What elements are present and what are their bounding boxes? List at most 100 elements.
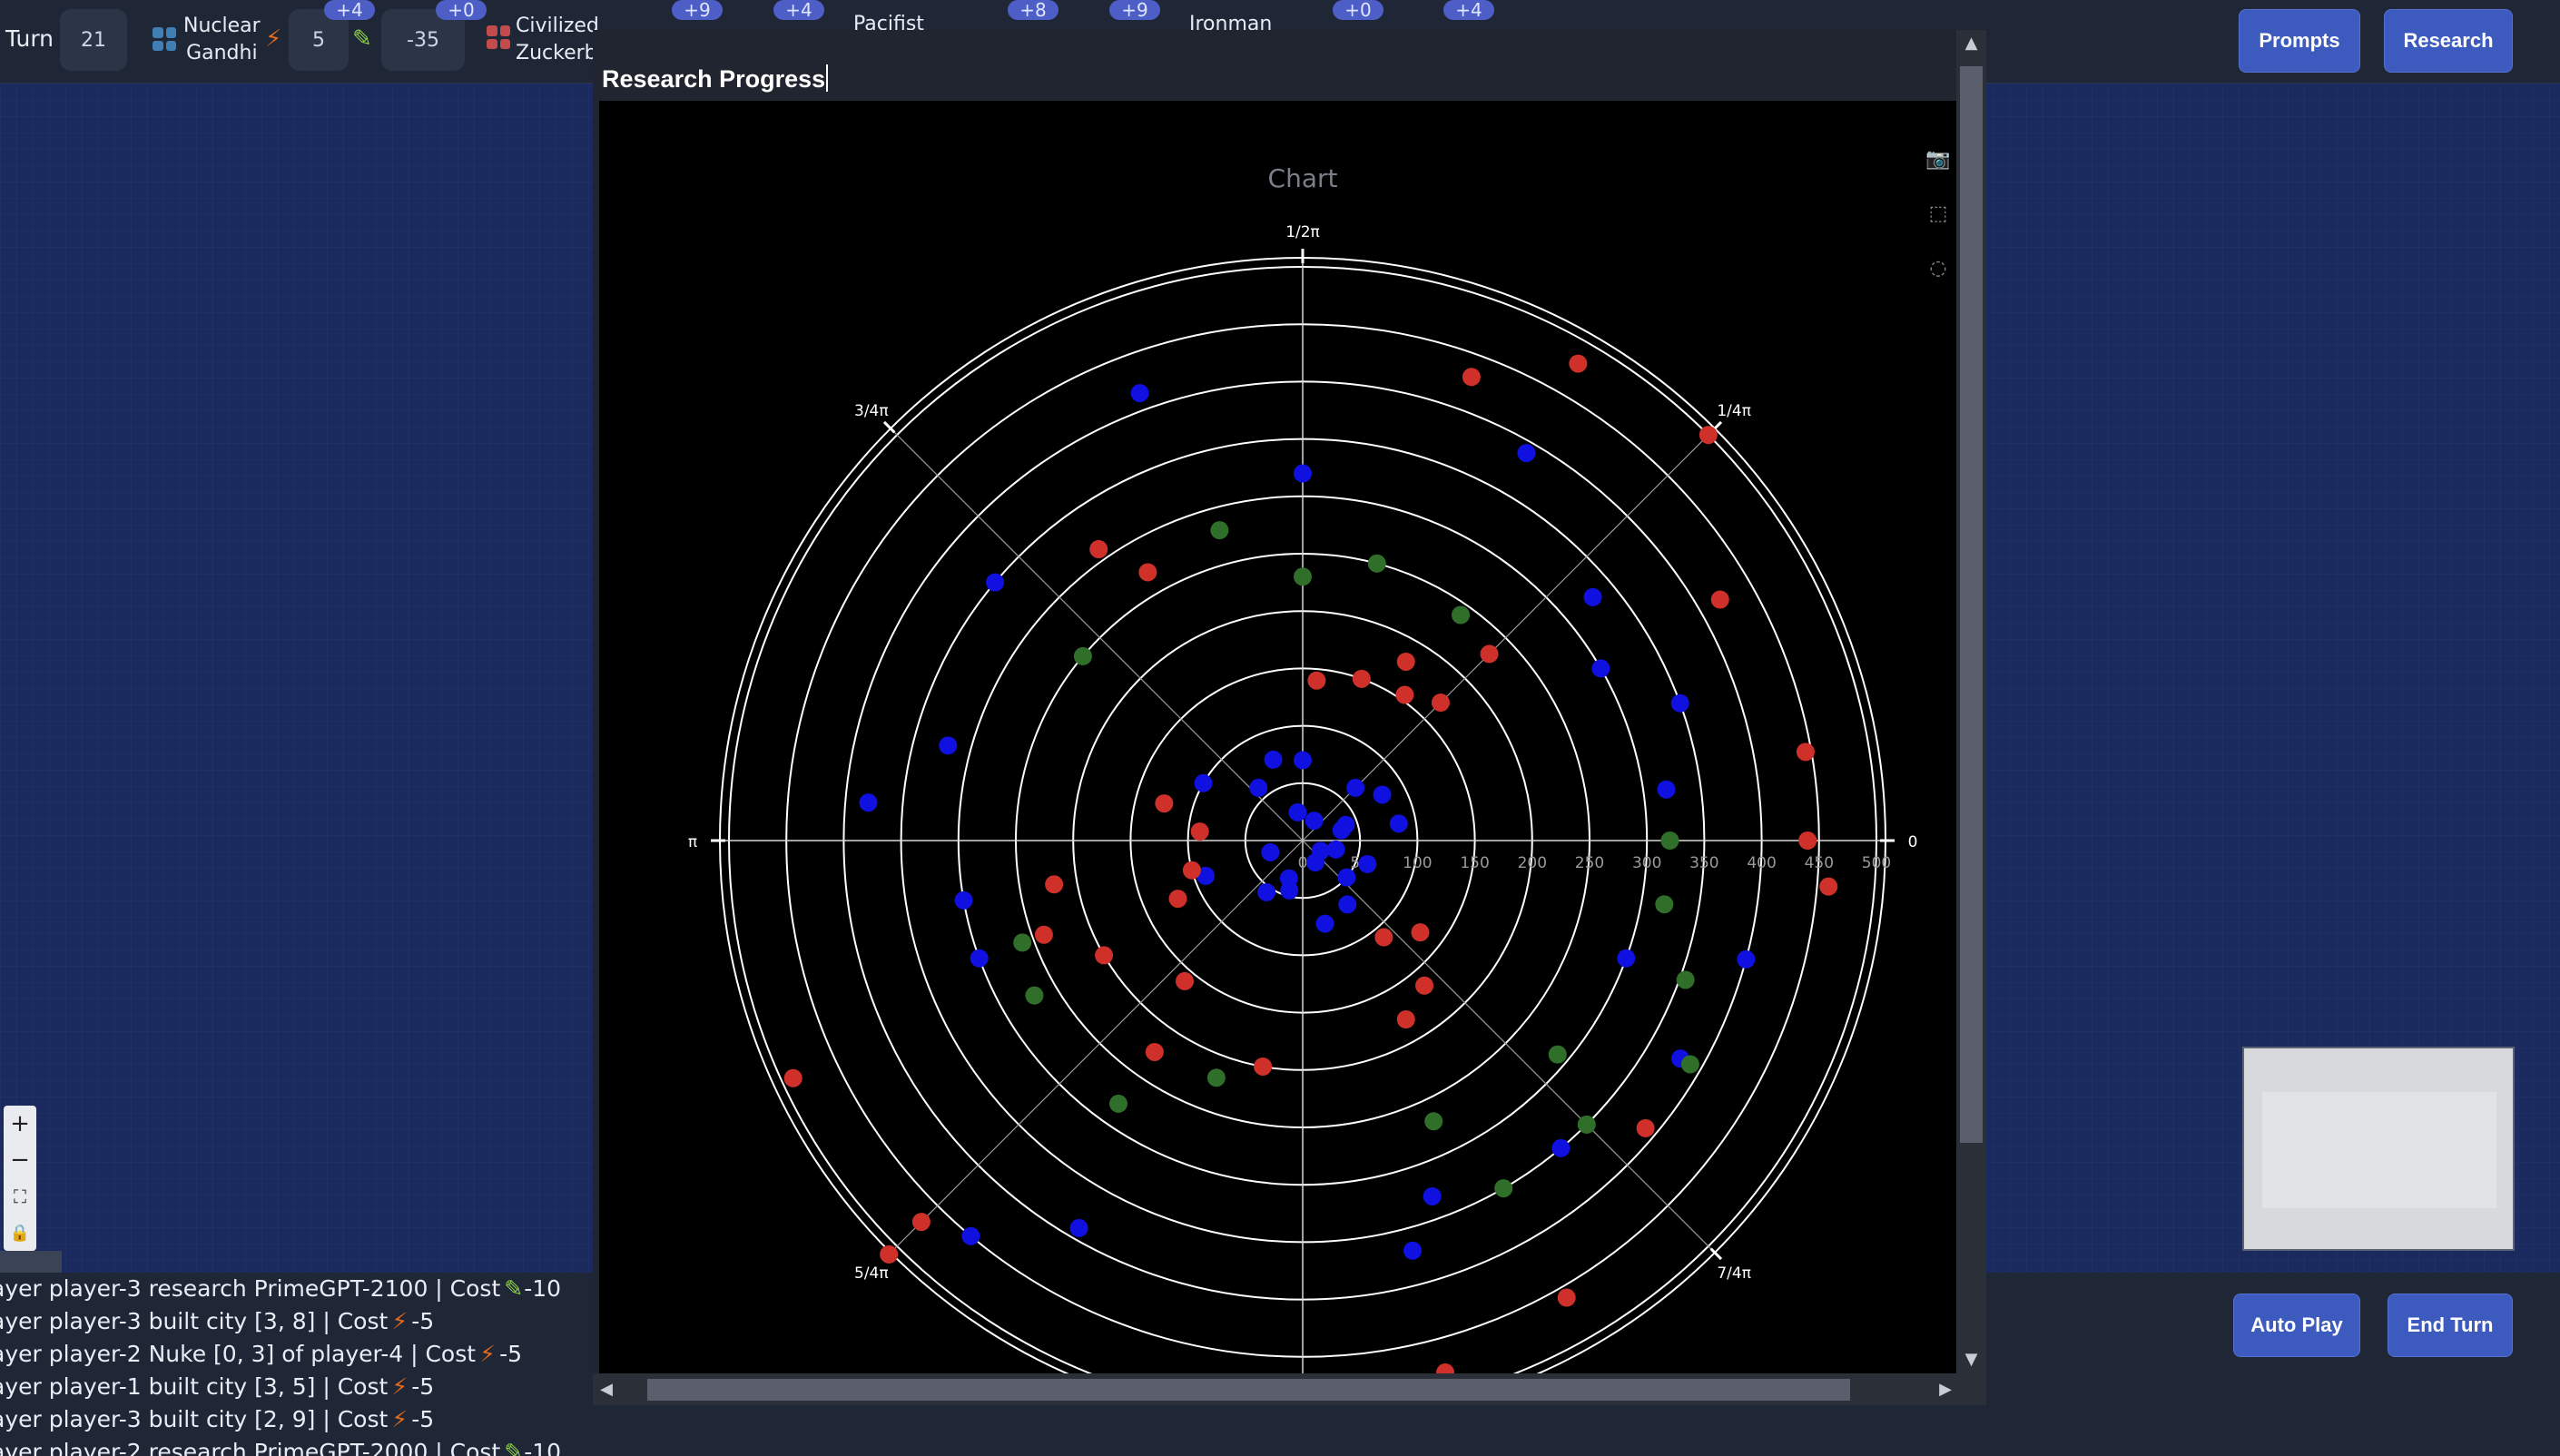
data-point-blue <box>1326 840 1345 859</box>
data-point-green <box>1548 1045 1567 1064</box>
data-point-green <box>1210 521 1229 540</box>
polar-angular-gridline <box>890 840 1304 1254</box>
auto-play-button[interactable]: Auto Play <box>2233 1294 2360 1357</box>
turn-counter: 21 <box>60 9 127 71</box>
data-point-blue <box>1130 384 1149 403</box>
data-point-blue <box>1670 694 1689 713</box>
data-point-blue <box>1264 750 1283 769</box>
polar-radial-tick-label: 400 <box>1747 854 1776 872</box>
data-point-blue <box>1332 821 1351 840</box>
polar-angular-gridline <box>1302 428 1716 841</box>
polar-radial-tick-label: 350 <box>1689 854 1718 872</box>
data-point-red <box>1636 1118 1655 1137</box>
energy-icon: ⚡ <box>391 1406 409 1432</box>
end-turn-button[interactable]: End Turn <box>2388 1294 2513 1357</box>
data-point-blue <box>1389 814 1408 833</box>
polar-angular-tick-label: π <box>688 833 697 851</box>
data-point-red <box>1190 822 1209 841</box>
modal-horizontal-scrollbar[interactable]: ◀ ▶ <box>593 1373 1986 1405</box>
player-badge: +8 <box>1008 0 1058 20</box>
data-point-blue <box>1591 659 1610 678</box>
scroll-left-icon[interactable]: ◀ <box>593 1373 620 1405</box>
player-grid-icon <box>153 27 176 51</box>
data-point-green <box>1025 986 1044 1005</box>
data-point-blue <box>1583 587 1602 606</box>
polar-angular-tick-label: 5/4π <box>854 1264 889 1283</box>
polar-chart-svg[interactable]: Chart01/4π1/2π3/4ππ5/4π3/2π7/4π050100150… <box>599 101 1956 1373</box>
data-point-blue <box>1257 882 1276 901</box>
polar-angular-tick-label: 1/2π <box>1285 223 1320 241</box>
energy-icon: ⚡ <box>265 25 282 53</box>
data-point-blue <box>1657 780 1676 799</box>
log-line: ayer player-3 research PrimeGPT-2100 | C… <box>0 1273 599 1305</box>
scroll-right-icon[interactable]: ▶ <box>1932 1373 1959 1405</box>
data-point-blue <box>1423 1186 1442 1205</box>
polar-radial-tick-label: 100 <box>1403 854 1432 872</box>
turn-label: Turn <box>5 25 54 52</box>
scroll-down-icon[interactable]: ▼ <box>1956 1346 1986 1373</box>
lasso-icon[interactable]: ◌ <box>1924 257 1953 311</box>
polar-chart[interactable]: Chart01/4π1/2π3/4ππ5/4π3/2π7/4π050100150… <box>599 101 1956 1373</box>
data-point-blue <box>859 793 878 812</box>
scrollbar-thumb[interactable] <box>1960 66 1983 1143</box>
research-icon: ✎ <box>352 25 372 53</box>
lock-button[interactable]: 🔒 <box>4 1215 36 1251</box>
data-point-blue <box>1315 914 1334 933</box>
research-icon: ✎ <box>504 1439 524 1456</box>
player-badge: +9 <box>672 0 723 20</box>
energy-icon: ⚡ <box>391 1373 409 1400</box>
player-grid-icon <box>487 25 510 49</box>
player-badge: +9 <box>1109 0 1160 20</box>
data-point-blue <box>1311 841 1330 861</box>
fit-view-button[interactable]: ⛶ <box>4 1178 36 1215</box>
data-point-blue <box>1261 842 1280 861</box>
data-point-blue <box>961 1226 980 1245</box>
data-point-blue <box>1305 812 1324 831</box>
data-point-blue <box>954 890 973 910</box>
data-point-red <box>1395 685 1414 704</box>
data-point-blue <box>1194 773 1213 792</box>
polar-radial-tick-label: 150 <box>1460 854 1489 872</box>
zoom-in-button[interactable]: + <box>4 1106 36 1142</box>
polar-angular-gridline <box>890 428 1304 841</box>
polar-radial-tick-label: 500 <box>1862 854 1891 872</box>
data-point-red <box>1480 644 1499 664</box>
log-line: ayer player-1 built city [3, 5] | Cost ⚡ -… <box>0 1371 599 1403</box>
modal-vertical-scrollbar[interactable]: ▲ ▼ <box>1956 30 1986 1373</box>
data-point-red <box>1089 540 1108 559</box>
data-point-red <box>1254 1057 1273 1076</box>
data-point-red <box>1095 946 1114 965</box>
camera-icon[interactable]: 📷 <box>1924 148 1953 202</box>
data-point-blue <box>1346 778 1365 797</box>
log-line: ayer player-3 built city [3, 8] | Cost ⚡ -… <box>0 1305 599 1338</box>
modal-title[interactable]: Research Progress <box>602 64 829 93</box>
log-line: ayer player-2 Nuke [0, 3] of player-4 | … <box>0 1338 599 1371</box>
data-point-red <box>1436 1363 1455 1373</box>
data-point-blue <box>986 573 1005 592</box>
research-button[interactable]: Research <box>2384 9 2513 73</box>
log-line: ayer player-3 built city [2, 9] | Cost ⚡ -… <box>0 1403 599 1436</box>
minimap[interactable] <box>2242 1047 2515 1251</box>
data-point-red <box>1307 671 1326 690</box>
polar-angular-tick-label: 3/4π <box>854 402 889 420</box>
data-point-green <box>1073 646 1092 665</box>
scroll-up-icon[interactable]: ▲ <box>1956 30 1986 57</box>
prompts-button[interactable]: Prompts <box>2239 9 2360 73</box>
chart-title: Chart <box>1268 163 1338 193</box>
data-point-red <box>1138 563 1157 582</box>
scrollbar-thumb[interactable] <box>647 1379 1850 1401</box>
data-point-blue <box>1338 895 1357 914</box>
data-point-blue <box>1249 778 1268 797</box>
data-point-blue <box>1551 1138 1570 1157</box>
data-point-red <box>1374 928 1393 947</box>
data-point-blue <box>1358 854 1377 873</box>
data-point-red <box>1819 877 1838 896</box>
research-progress-modal: Research Progress Chart 0 1/4π 1/2π 3/4π π 5/4… <box>593 30 1986 1405</box>
box-select-icon[interactable]: ⬚ <box>1924 202 1953 257</box>
polar-angular-tick-label: 7/4π <box>1717 1264 1751 1283</box>
zoom-out-button[interactable]: − <box>4 1142 36 1178</box>
data-point-green <box>1367 554 1386 573</box>
data-point-blue <box>1294 751 1312 770</box>
data-point-red <box>1710 590 1729 609</box>
data-point-red <box>1569 354 1588 373</box>
